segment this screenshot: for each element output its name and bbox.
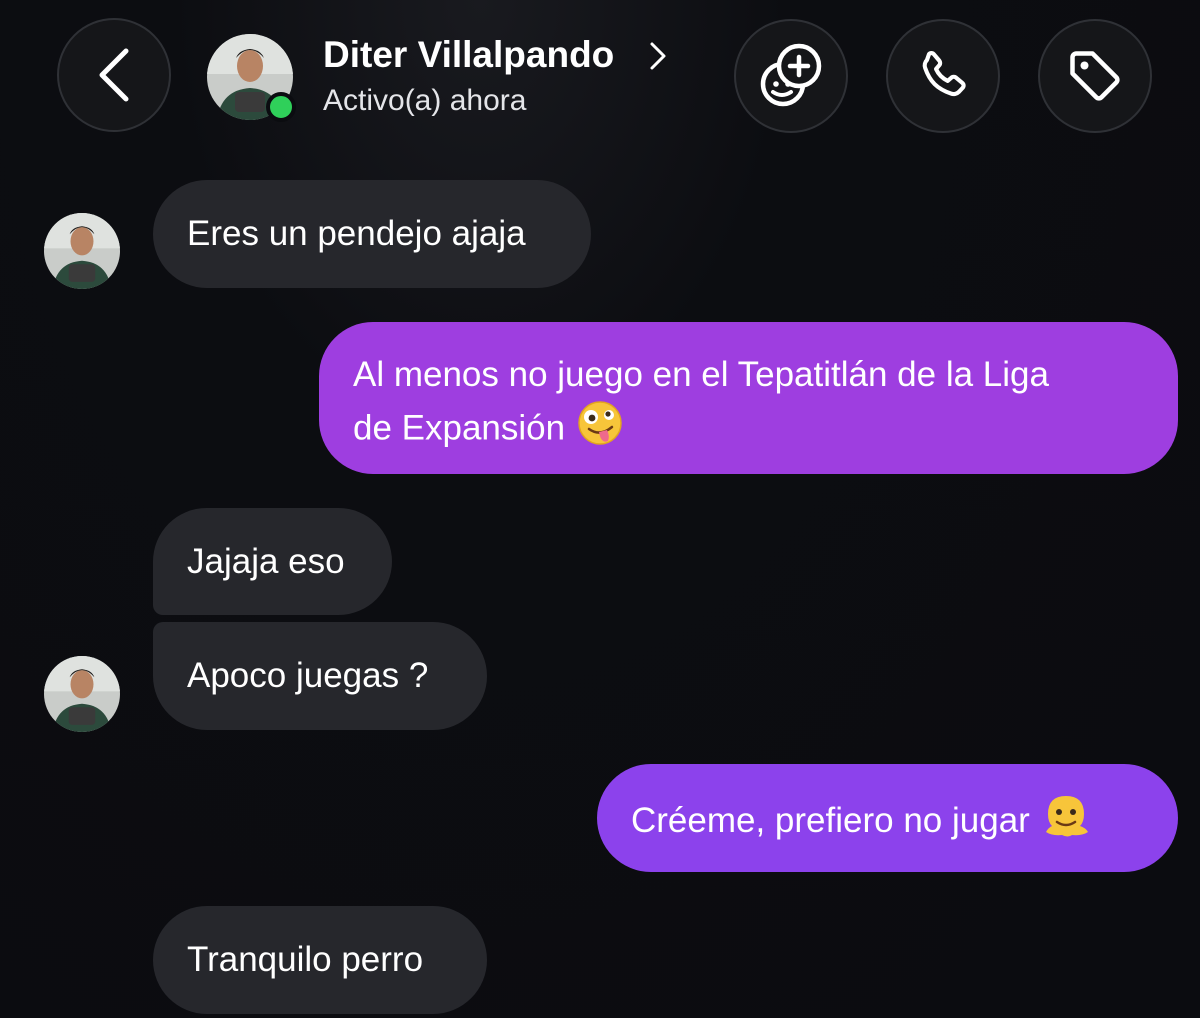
call-button[interactable]: [886, 19, 1000, 133]
chevron-left-icon: [99, 48, 129, 102]
zany-face-emoji: [577, 400, 623, 460]
contact-name[interactable]: Diter Villalpando: [323, 34, 614, 76]
sender-avatar[interactable]: [44, 213, 120, 289]
message-text-line-1: Al menos no juego en el Tepatitlán de la…: [353, 355, 1049, 394]
back-button[interactable]: [57, 18, 171, 132]
sent-message[interactable]: Créeme, prefiero no jugar: [597, 764, 1178, 872]
received-message[interactable]: Apoco juegas ?: [153, 622, 487, 730]
game-add-icon: [760, 43, 822, 107]
sent-message[interactable]: Al menos no juego en el Tepatitlán de la…: [319, 322, 1178, 474]
chevron-right-icon[interactable]: [648, 40, 668, 77]
tag-icon: [1070, 51, 1120, 101]
tag-button[interactable]: [1038, 19, 1152, 133]
message-text: Créeme, prefiero no jugar: [631, 800, 1030, 840]
received-message[interactable]: Jajaja eso: [153, 508, 392, 615]
chat-screen: Diter Villalpando Activo(a) ahora Eres u…: [0, 0, 1200, 1018]
sender-avatar[interactable]: [44, 656, 120, 732]
message-text: Apoco juegas ?: [187, 656, 429, 695]
phone-icon: [922, 51, 966, 97]
games-button[interactable]: [734, 19, 848, 133]
message-text: Eres un pendejo ajaja: [187, 214, 526, 253]
melting-face-emoji: [1042, 792, 1090, 853]
received-message[interactable]: Eres un pendejo ajaja: [153, 180, 591, 288]
message-text: Tranquilo perro: [187, 940, 424, 979]
received-message[interactable]: Tranquilo perro: [153, 906, 487, 1014]
message-text-line-2: de Expansión: [353, 408, 566, 448]
online-indicator: [266, 92, 296, 122]
activity-status: Activo(a) ahora: [323, 84, 527, 117]
message-text: Jajaja eso: [187, 542, 345, 581]
